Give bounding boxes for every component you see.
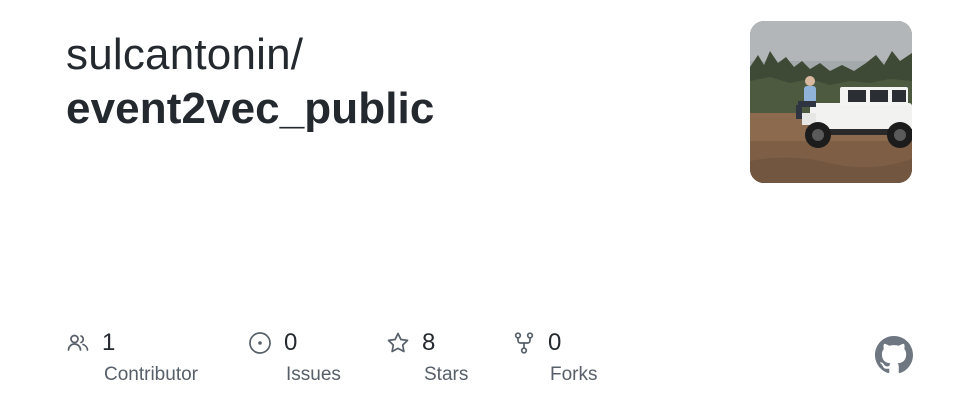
stat-stars-label: Stars [424,364,469,385]
repo-forked-icon [512,331,536,355]
stat-forks-label: Forks [550,364,598,385]
stat-contributors-label: Contributor [104,364,198,385]
stat-stars-value: 8 [422,329,436,356]
issue-opened-icon [248,331,272,355]
stat-contributors[interactable]: 1 Contributor [66,327,198,391]
github-mark-icon[interactable] [875,336,913,374]
stat-forks-value: 0 [548,329,562,356]
stat-issues-value: 0 [284,329,298,356]
repo-social-card: sulcantonin/ event2vec_public 1 Contribu… [0,0,978,400]
star-icon [386,331,410,355]
stat-forks[interactable]: 0 Forks [512,327,598,391]
stat-contributors-value: 1 [102,329,116,356]
repo-owner[interactable]: sulcantonin/ [66,28,434,82]
people-icon [66,331,90,355]
stat-issues-label: Issues [286,364,341,385]
repo-name[interactable]: event2vec_public [66,82,434,136]
avatar-photo [750,21,912,183]
stat-issues[interactable]: 0 Issues [248,327,341,391]
repo-title: sulcantonin/ event2vec_public [66,28,434,136]
stat-stars[interactable]: 8 Stars [386,327,468,391]
avatar [750,21,912,183]
